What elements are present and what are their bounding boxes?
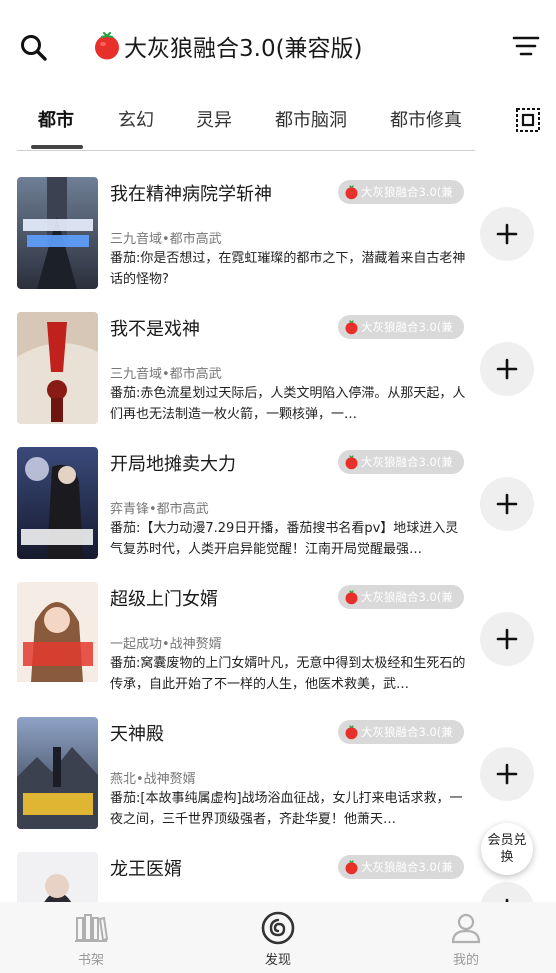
book-cover[interactable] (17, 852, 98, 902)
tomato-icon (345, 589, 358, 604)
list-item[interactable]: 超级上门女婿 大灰狼融合3.0(兼 一起成功•战神赘婿 番茄:窝囊废物的上门女婿… (0, 565, 556, 699)
discover-icon (261, 911, 295, 945)
add-to-shelf-button[interactable] (480, 747, 534, 801)
tomato-icon (345, 454, 358, 469)
category-tabs: 都市 玄幻 灵异 都市脑洞 都市修真 (0, 92, 556, 152)
nav-label: 发现 (264, 953, 291, 968)
source-label: 大灰狼融合3.0(兼 (361, 185, 453, 199)
add-to-shelf-button[interactable] (480, 882, 534, 902)
book-cover[interactable] (17, 447, 98, 559)
book-description: 番茄:你是否想过，在霓虹璀璨的都市之下，潜藏着来自古老神话的怪物? (110, 251, 466, 287)
book-cover[interactable] (17, 312, 98, 424)
add-to-shelf-button[interactable] (480, 342, 534, 396)
list-item[interactable]: 天神殿 大灰狼融合3.0(兼 燕北•战神赘婿 番茄:[本故事纯属虚构]战场浴血征… (0, 700, 556, 834)
book-meta: 弈青锋•都市高武 (110, 502, 209, 517)
tomato-icon (345, 859, 358, 874)
add-to-shelf-button[interactable] (480, 612, 534, 666)
source-label: 大灰狼融合3.0(兼 (361, 590, 453, 604)
nav-bookshelf[interactable]: 书架 (31, 902, 151, 973)
source-label: 大灰狼融合3.0(兼 (361, 320, 453, 334)
search-icon[interactable] (14, 28, 54, 68)
book-title: 我在精神病院学斩神 (110, 184, 272, 205)
tab-dushi-xiuzhen[interactable]: 都市修真 (390, 106, 462, 132)
nav-label: 书架 (77, 953, 104, 968)
tab-dushi-naodong[interactable]: 都市脑洞 (275, 106, 347, 132)
tomato-icon (345, 184, 358, 199)
tomato-icon (345, 319, 358, 334)
source-tag: 大灰狼融合3.0(兼 (338, 855, 464, 879)
book-cover[interactable] (17, 717, 98, 829)
plus-icon (496, 358, 518, 380)
plus-icon (496, 628, 518, 650)
book-cover[interactable] (17, 582, 98, 694)
book-title: 超级上门女婿 (110, 589, 218, 610)
category-grid-icon[interactable] (514, 106, 542, 134)
source-tag: 大灰狼融合3.0(兼 (338, 450, 464, 474)
app-header: 大灰狼融合3.0(兼容版) (0, 0, 556, 92)
active-tab-indicator (31, 145, 83, 149)
page-title: 大灰狼融合3.0(兼容版) (124, 36, 363, 62)
book-title: 我不是戏神 (110, 319, 200, 340)
book-meta: 三九音域•都市高武 (110, 232, 222, 247)
tomato-icon (345, 724, 358, 739)
plus-icon (496, 763, 518, 785)
book-description: 番茄:赤色流星划过天际后，人类文明陷入停滞。从那天起，人们再也无法制造一枚火箭，… (110, 386, 466, 422)
source-label: 大灰狼融合3.0(兼 (361, 860, 453, 874)
bottom-nav: 书架 发现 我的 (0, 902, 556, 973)
add-to-shelf-button[interactable] (480, 477, 534, 531)
book-title: 天神殿 (110, 724, 164, 745)
book-title: 龙王医婿 (110, 859, 182, 880)
nav-discover[interactable]: 发现 (218, 902, 338, 973)
filter-icon[interactable] (508, 28, 544, 64)
vip-redeem-button[interactable]: 会员兑换 (481, 823, 533, 875)
book-description: 番茄:【大力动漫7.29日开播，番茄搜书名看pv】地球进入灵气复苏时代，人类开启… (110, 521, 459, 557)
source-tag: 大灰狼融合3.0(兼 (338, 720, 464, 744)
book-meta: 三九音域•都市高武 (110, 367, 222, 382)
tomato-icon (95, 31, 119, 60)
list-item[interactable]: 龙王医婿 大灰狼融合3.0(兼 (0, 835, 556, 902)
source-tag: 大灰狼融合3.0(兼 (338, 315, 464, 339)
nav-profile[interactable]: 我的 (406, 902, 526, 973)
book-meta: 一起成功•战神赘婿 (110, 637, 222, 652)
source-label: 大灰狼融合3.0(兼 (361, 725, 453, 739)
source-label: 大灰狼融合3.0(兼 (361, 455, 453, 469)
book-meta: 燕北•战神赘婿 (110, 772, 196, 787)
book-description: 番茄:窝囊废物的上门女婿叶凡，无意中得到太极经和生死石的传承，自此开始了不一样的… (110, 656, 466, 692)
plus-icon (496, 223, 518, 245)
book-title: 开局地摊卖大力 (110, 454, 236, 475)
list-item[interactable]: 开局地摊卖大力 大灰狼融合3.0(兼 弈青锋•都市高武 番茄:【大力动漫7.29… (0, 430, 556, 564)
tab-dushi[interactable]: 都市 (38, 106, 74, 132)
source-tag: 大灰狼融合3.0(兼 (338, 585, 464, 609)
tab-xuanhuan[interactable]: 玄幻 (118, 106, 154, 132)
bookshelf-icon (75, 914, 109, 942)
list-item[interactable]: 我不是戏神 大灰狼融合3.0(兼 三九音域•都市高武 番茄:赤色流星划过天际后，… (0, 295, 556, 429)
add-to-shelf-button[interactable] (480, 207, 534, 261)
book-cover[interactable] (17, 177, 98, 289)
book-description: 番茄:[本故事纯属虚构]战场浴血征战，女儿打来电话求救，一夜之间，三千世界顶级强… (110, 791, 463, 827)
tab-lingyi[interactable]: 灵异 (196, 106, 232, 132)
list-item[interactable]: 我在精神病院学斩神 大灰狼融合3.0(兼 三九音域•都市高武 番茄:你是否想过，… (0, 160, 556, 294)
nav-label: 我的 (452, 953, 479, 968)
tabs-divider (17, 150, 475, 151)
source-title[interactable]: 大灰狼融合3.0(兼容版) (92, 28, 363, 64)
book-list: 我在精神病院学斩神 大灰狼融合3.0(兼 三九音域•都市高武 番茄:你是否想过，… (0, 160, 556, 902)
source-tag: 大灰狼融合3.0(兼 (338, 180, 464, 204)
profile-icon (451, 913, 481, 944)
plus-icon (496, 493, 518, 515)
